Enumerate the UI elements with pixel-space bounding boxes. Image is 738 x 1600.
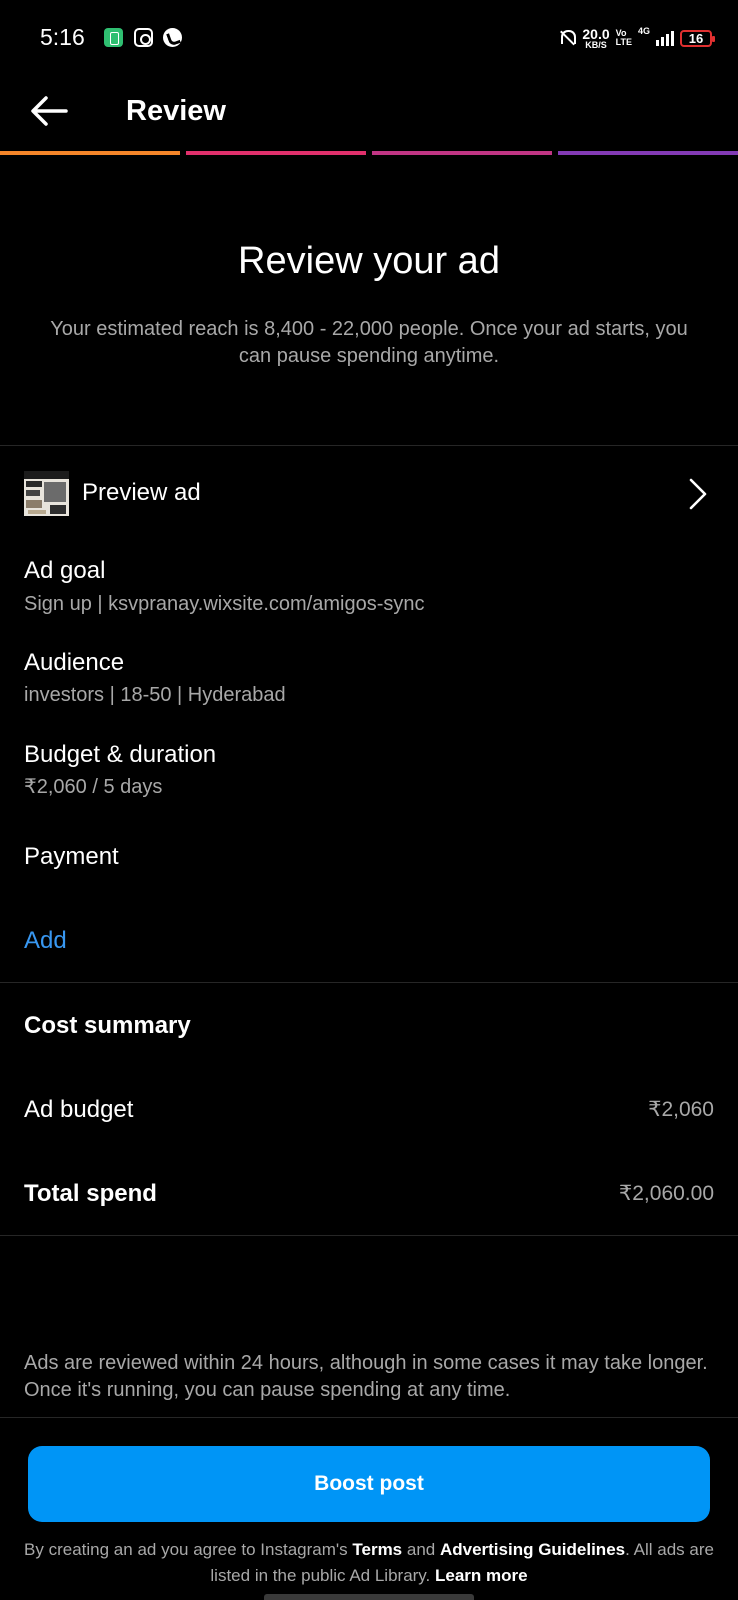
ad-goal-value: Sign up | ksvpranay.wixsite.com/amigos-s… <box>24 593 425 615</box>
legal-part-2: and <box>402 1540 440 1559</box>
divider <box>0 1235 738 1236</box>
legal-part-1: By creating an ad you agree to Instagram… <box>24 1540 353 1559</box>
ad-budget-row: Ad budget ₹2,060 <box>24 1094 714 1126</box>
review-heading: Review your ad <box>238 240 500 282</box>
whatsapp-notification-icon <box>163 28 182 47</box>
status-bar: 5:16 20.0 KB/S Vo LTE 4G 16 <box>0 0 738 78</box>
terms-link[interactable]: Terms <box>352 1540 402 1559</box>
budget-duration-title: Budget & duration <box>24 741 217 768</box>
battery-icon: 16 <box>680 29 715 47</box>
boost-post-button[interactable]: Boost post <box>28 1446 710 1522</box>
post-thumbnail <box>24 471 69 516</box>
network-speed-unit: KB/S <box>585 39 607 50</box>
page-title: Review <box>126 95 226 127</box>
total-spend-label: Total spend <box>24 1180 157 1207</box>
estimated-reach-text: Your estimated reach is 8,400 - 22,000 p… <box>50 318 688 367</box>
divider <box>0 445 738 446</box>
divider <box>0 1417 738 1418</box>
total-spend-row: Total spend ₹2,060.00 <box>24 1178 714 1210</box>
advertising-guidelines-link[interactable]: Advertising Guidelines <box>440 1540 625 1559</box>
notification-app-icon <box>104 28 123 47</box>
cost-summary-title: Cost summary <box>24 1012 191 1039</box>
progress-segment-1 <box>0 151 180 155</box>
divider <box>0 982 738 983</box>
progress-segment-3 <box>372 151 552 155</box>
step-progress-bar <box>0 151 738 155</box>
ad-budget-label: Ad budget <box>24 1096 134 1123</box>
add-payment-link[interactable]: Add <box>24 926 67 956</box>
preview-ad-row[interactable]: Preview ad <box>0 466 738 522</box>
back-arrow-icon[interactable] <box>26 88 72 134</box>
total-spend-value: ₹2,060.00 <box>618 1182 714 1205</box>
network-speed: 20.0 KB/S <box>582 27 609 50</box>
ad-goal-title: Ad goal <box>24 557 106 584</box>
ad-budget-value: ₹2,060 <box>648 1098 714 1121</box>
home-indicator[interactable] <box>264 1594 474 1600</box>
review-footnote: Ads are reviewed within 24 hours, althou… <box>24 1352 708 1401</box>
preview-ad-label: Preview ad <box>82 479 201 506</box>
status-indicators: 20.0 KB/S Vo LTE 4G 16 <box>558 24 715 52</box>
status-time: 5:16 <box>40 24 85 50</box>
learn-more-link[interactable]: Learn more <box>435 1566 528 1585</box>
audience-title: Audience <box>24 649 125 676</box>
network-speed-value: 20.0 <box>582 25 610 42</box>
signal-icon <box>656 30 674 46</box>
volte-bottom: LTE <box>615 37 632 47</box>
legal-text: By creating an ad you agree to Instagram… <box>24 1537 714 1589</box>
instagram-notification-icon <box>134 28 153 47</box>
mute-bell-icon <box>558 28 577 48</box>
app-header: Review <box>0 78 738 152</box>
progress-segment-4 <box>558 151 738 155</box>
payment-title: Payment <box>24 843 119 870</box>
chevron-right-icon <box>689 478 707 510</box>
volte-indicator: Vo LTE <box>616 29 632 47</box>
progress-segment-2 <box>186 151 366 155</box>
budget-duration-value: ₹2,060 / 5 days <box>24 776 163 798</box>
audience-value: investors | 18-50 | Hyderabad <box>24 684 286 706</box>
network-type: 4G <box>637 26 650 36</box>
